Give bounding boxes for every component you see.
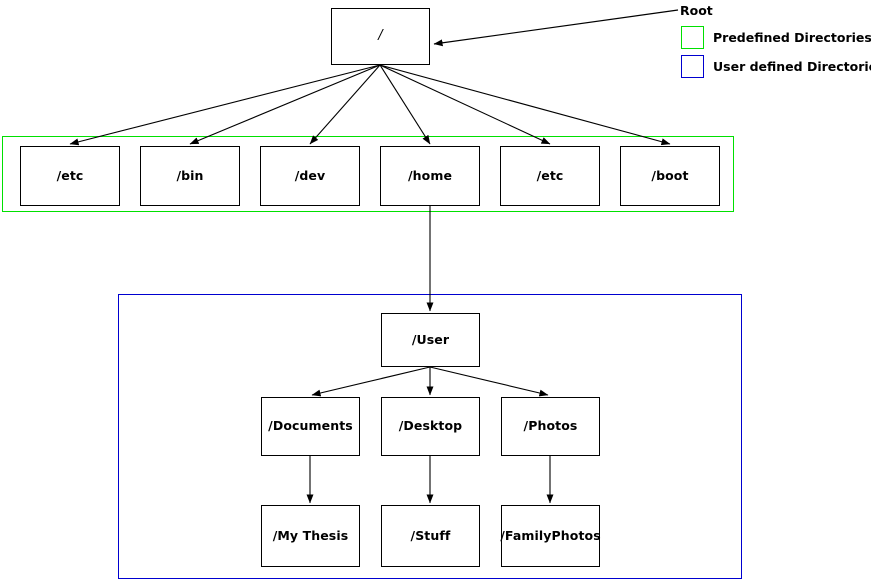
node-boot[interactable]: /boot [620, 146, 720, 206]
node-family-photos[interactable]: /Family Photos [500, 505, 601, 567]
node-documents[interactable]: /Documents [261, 397, 360, 456]
edge-root-to-bin [189, 64, 381, 145]
node-my-thesis[interactable]: /My Thesis [261, 505, 360, 567]
node-etc-2[interactable]: /etc [500, 146, 600, 206]
green-square-icon [681, 26, 704, 49]
node-photos[interactable]: /Photos [501, 397, 600, 456]
edge-root-to-home [379, 64, 431, 145]
legend-label-user-defined: User defined Directories [713, 59, 871, 74]
legend-label-predefined: Predefined Directories [713, 30, 871, 45]
blue-square-icon [681, 55, 704, 78]
node-stuff[interactable]: /Stuff [381, 505, 480, 567]
node-home[interactable]: /home [380, 146, 480, 206]
node-family-photos-line1: /Family [500, 527, 552, 543]
node-user[interactable]: /User [381, 313, 480, 367]
root-callout-label: Root [680, 3, 713, 18]
node-family-photos-line2: Photos [551, 527, 601, 543]
node-dev[interactable]: /dev [260, 146, 360, 206]
root-callout-connector [433, 9, 679, 47]
node-bin[interactable]: /bin [140, 146, 240, 206]
node-desktop[interactable]: /Desktop [381, 397, 480, 456]
edge-root-to-etc-2 [379, 64, 551, 145]
node-root[interactable]: / [331, 8, 430, 65]
edge-root-to-etc-1 [69, 64, 381, 146]
diagram-canvas: / /etc /bin /dev /home /etc /boot /User … [0, 0, 871, 582]
edge-root-to-dev [309, 64, 381, 145]
node-etc-1[interactable]: /etc [20, 146, 120, 206]
edge-root-to-boot [379, 64, 671, 146]
